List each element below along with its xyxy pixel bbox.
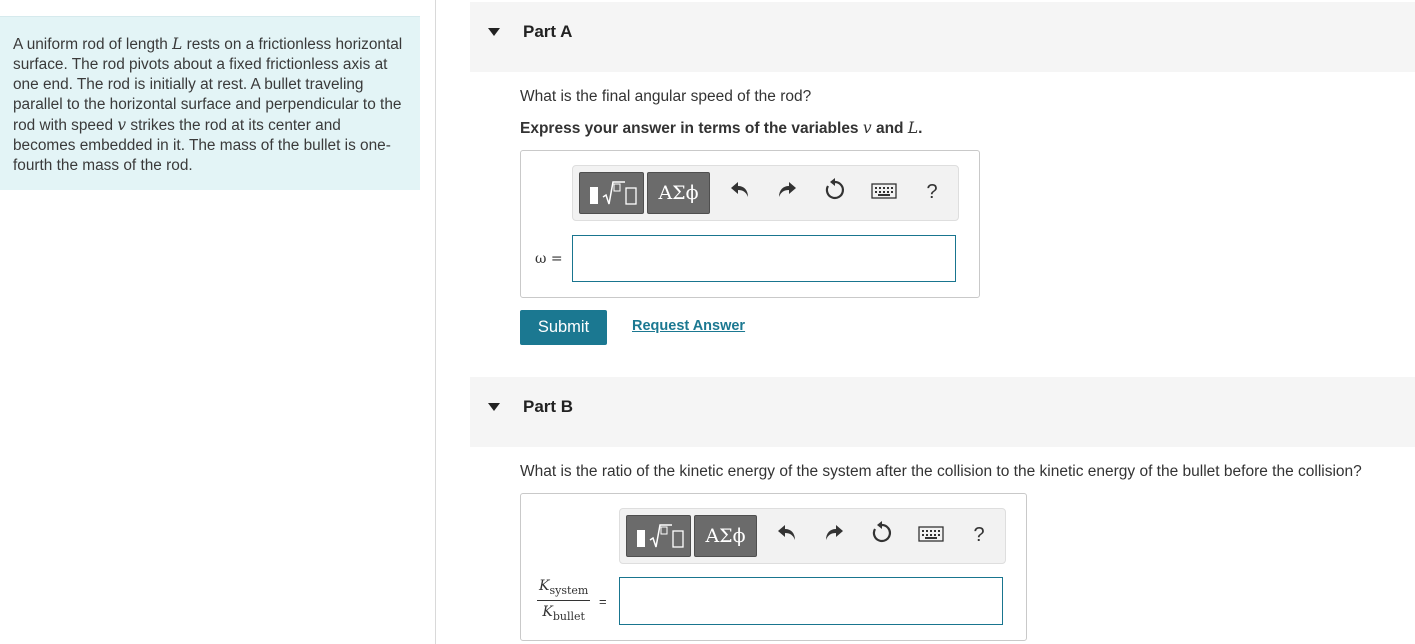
part-a-answer-input[interactable] bbox=[572, 235, 956, 282]
templates-icon bbox=[590, 181, 637, 205]
problem-text: A uniform rod of length bbox=[13, 36, 173, 53]
undo-icon[interactable] bbox=[773, 521, 801, 549]
variable-v: v bbox=[862, 119, 872, 137]
subscript-bullet: bullet bbox=[552, 609, 585, 623]
instruction-text: . bbox=[918, 120, 923, 137]
variable-K: K bbox=[542, 603, 553, 620]
variable-v: v bbox=[117, 116, 127, 134]
templates-icon bbox=[637, 524, 684, 548]
help-icon[interactable]: ? bbox=[965, 521, 993, 549]
fraction-numerator: Ksystem bbox=[537, 578, 590, 597]
part-b-answer-input[interactable] bbox=[619, 577, 1003, 625]
greek-symbols-button[interactable]: ΑΣϕ bbox=[694, 515, 757, 557]
collapse-caret-icon[interactable] bbox=[488, 403, 500, 411]
right-panel: Part A What is the final angular speed o… bbox=[437, 0, 1415, 644]
redo-icon[interactable] bbox=[820, 521, 848, 549]
reset-icon[interactable] bbox=[868, 521, 896, 549]
redo-icon[interactable] bbox=[773, 178, 801, 206]
part-a-instruction: Express your answer in terms of the vari… bbox=[520, 119, 922, 138]
fraction-bar bbox=[537, 599, 591, 601]
keyboard-icon[interactable] bbox=[869, 178, 899, 206]
reset-icon[interactable] bbox=[821, 178, 849, 206]
part-a-question: What is the final angular speed of the r… bbox=[520, 88, 812, 105]
keyboard-icon[interactable] bbox=[916, 521, 946, 549]
energy-ratio-label: Ksystem Kbullet bbox=[537, 578, 591, 623]
problem-statement: A uniform rod of length L rests on a fri… bbox=[0, 16, 420, 190]
math-toolbar: ΑΣϕ ? bbox=[619, 508, 1006, 564]
greek-symbols-button[interactable]: ΑΣϕ bbox=[647, 172, 710, 214]
omega-label: ω = bbox=[535, 251, 563, 267]
request-answer-link[interactable]: Request Answer bbox=[632, 318, 745, 334]
fraction-denominator: Kbullet bbox=[537, 604, 590, 623]
templates-button[interactable] bbox=[579, 172, 644, 214]
equals-sign: = bbox=[599, 594, 607, 609]
left-panel: A uniform rod of length L rests on a fri… bbox=[0, 0, 436, 644]
undo-icon[interactable] bbox=[726, 178, 754, 206]
submit-button[interactable]: Submit bbox=[520, 310, 607, 345]
variable-L: L bbox=[907, 119, 919, 137]
variable-K: K bbox=[539, 578, 550, 594]
part-a-answer-box: ΑΣϕ ? ω = bbox=[520, 150, 980, 298]
part-a-title: Part A bbox=[523, 22, 573, 41]
instruction-text: and bbox=[871, 120, 908, 137]
part-b-header[interactable]: Part B bbox=[470, 377, 1415, 447]
variable-L: L bbox=[172, 35, 183, 53]
subscript-system: system bbox=[549, 583, 589, 597]
instruction-text: Express your answer in terms of the vari… bbox=[520, 120, 863, 137]
part-b-title: Part B bbox=[523, 397, 574, 416]
collapse-caret-icon[interactable] bbox=[488, 28, 500, 36]
part-b-answer-box: ΑΣϕ ? Ksystem Kbullet = bbox=[520, 493, 1027, 641]
help-icon[interactable]: ? bbox=[918, 178, 946, 206]
part-b-question: What is the ratio of the kinetic energy … bbox=[520, 463, 1362, 480]
math-toolbar: ΑΣϕ ? bbox=[572, 165, 959, 221]
part-a-header[interactable]: Part A bbox=[470, 2, 1415, 72]
templates-button[interactable] bbox=[626, 515, 691, 557]
